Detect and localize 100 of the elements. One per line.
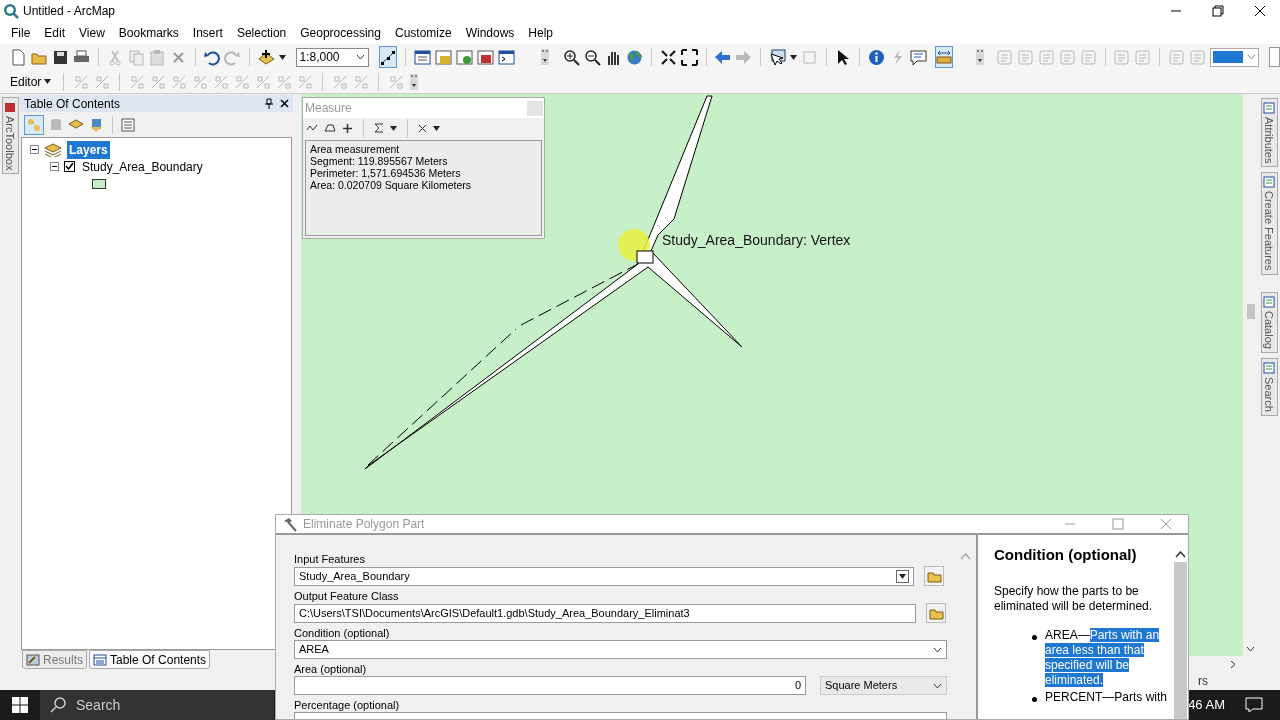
expander-icon[interactable] [50,162,59,171]
menu-item[interactable]: Windows [458,24,522,42]
editor-menu-button[interactable]: Editor [10,72,55,91]
options-icon[interactable] [121,117,135,132]
result-line: Perimeter: 1,571.694536 Meters [310,167,462,179]
menu-item[interactable]: Help [521,24,561,42]
browse-button[interactable] [926,603,946,623]
info-icon[interactable] [867,48,885,66]
scale-dropdown[interactable]: 1:8,000 [295,47,370,67]
command-window-icon[interactable] [497,48,515,66]
tree-item[interactable]: Study_Area_Boundary [80,157,205,176]
speech-bubble-icon[interactable] [909,48,927,66]
menu-item[interactable]: Edit [37,24,73,42]
plus-icon[interactable] [342,122,353,134]
chevron-down-icon [1246,54,1256,60]
vertex-label: Study_Area_Boundary: Vertex [662,231,851,250]
page-icon[interactable] [1079,48,1097,66]
list-by-drawing-order-icon [26,116,42,133]
page-icon[interactable] [1167,48,1185,66]
side-tab[interactable]: Search [1260,357,1278,416]
panel-icon [1263,361,1275,374]
panel-title: Table Of Contents [24,95,121,113]
chevron-right-icon [1230,659,1236,669]
taskbar-search-field[interactable]: Search [40,690,274,720]
panel-tab[interactable]: Results [22,650,87,669]
condition-dropdown[interactable]: AREA [294,640,947,659]
snap-cursor-icon [636,250,654,264]
zoom-out-arrows-icon[interactable] [680,48,698,66]
scissors-icon[interactable] [106,48,124,66]
zoom-in-icon[interactable] [563,48,581,66]
close-icon[interactable] [280,99,289,108]
zoom-in-arrows-icon[interactable] [659,48,677,66]
menu-item[interactable]: File [4,24,38,42]
forward-arrow-icon[interactable] [735,48,753,66]
panel-tab[interactable]: Table Of Contents [89,650,211,669]
field-label: Condition (optional) [294,626,390,640]
edit-vertices-button[interactable] [379,46,398,68]
toolbar-toggle-button[interactable] [24,114,44,135]
scroll-thumb [1247,304,1255,319]
caret-icon [278,54,286,60]
dropdown-arrow-icon [899,573,906,579]
caret-icon [390,125,397,131]
back-arrow-icon[interactable] [714,48,732,66]
sigma-icon[interactable] [374,123,384,133]
help-description: Specify how the parts to be eliminated will be determined. [994,583,1154,614]
layer-checkbox[interactable] [64,161,75,172]
clock-text[interactable]: 46 AM [1188,695,1225,715]
windows-start-icon[interactable] [12,697,28,713]
menu-item[interactable]: Insert [185,24,230,42]
undo-icon[interactable] [203,48,220,66]
new-file-icon[interactable] [10,48,27,66]
window-icon[interactable] [413,48,431,66]
measure-line-icon[interactable] [306,123,318,133]
menu-item[interactable]: Customize [387,24,459,42]
layout-button[interactable] [1268,47,1280,67]
paste-icon[interactable] [148,48,166,66]
input-dropdown[interactable]: Study_Area_Boundary [294,566,914,586]
hammer-icon [282,516,297,532]
expander-icon[interactable] [30,145,39,154]
measure-button[interactable] [934,46,953,68]
status-text: rs [1198,673,1208,690]
zoom-out-icon[interactable] [584,48,602,66]
color-dropdown[interactable] [1209,47,1259,67]
copy-icon[interactable] [127,48,145,66]
scroll-thumb[interactable] [1173,562,1187,719]
side-tab[interactable]: Catalog [1260,291,1278,353]
select-features-icon[interactable] [768,48,786,66]
field-label: Output Feature Class [294,589,399,603]
side-tab[interactable]: Attributes [1260,98,1278,168]
menu-item[interactable]: Selection [229,24,294,42]
catalog-icon[interactable] [455,48,473,66]
field-label: Percentage (optional) [294,698,400,712]
menu-item[interactable]: Geoprocessing [293,24,388,42]
folder-icon [926,569,942,583]
input-field[interactable]: C:\Users\TSI\Documents\ArcGIS\Default1.gdb\Study_Area_Boundary_Eliminat3 [294,603,916,623]
restore-icon[interactable] [1212,5,1224,17]
unit-dropdown[interactable]: Square Meters [820,676,947,695]
hammer-icon [26,653,40,666]
close-icon[interactable] [1254,5,1266,17]
add-data-icon[interactable] [257,48,275,66]
tree-item[interactable]: Layers [67,140,110,159]
page-icon[interactable] [1188,48,1206,66]
measure-area-icon[interactable] [324,123,336,133]
pin-icon[interactable] [264,98,274,109]
input-field[interactable]: 0 [294,676,806,695]
caret-icon [44,79,52,84]
clear-icon[interactable] [418,123,427,133]
arctoolbox-icon[interactable] [476,48,494,66]
globe-icon[interactable] [626,48,644,66]
side-tab[interactable]: ArcToolbox [1,97,19,175]
menu-item[interactable]: Bookmarks [111,24,186,42]
menu-item[interactable]: View [72,24,112,42]
toolbar-grip-icon [974,47,985,67]
result-line: Area: 0.020709 Square Kilometers [310,179,473,191]
save-icon[interactable] [52,48,69,66]
side-tab[interactable]: Create Features [1260,172,1278,275]
notification-icon[interactable] [1245,697,1263,713]
maximize-icon[interactable] [1112,518,1124,530]
browse-button[interactable] [924,566,944,586]
layer-source-icon[interactable] [88,116,104,133]
